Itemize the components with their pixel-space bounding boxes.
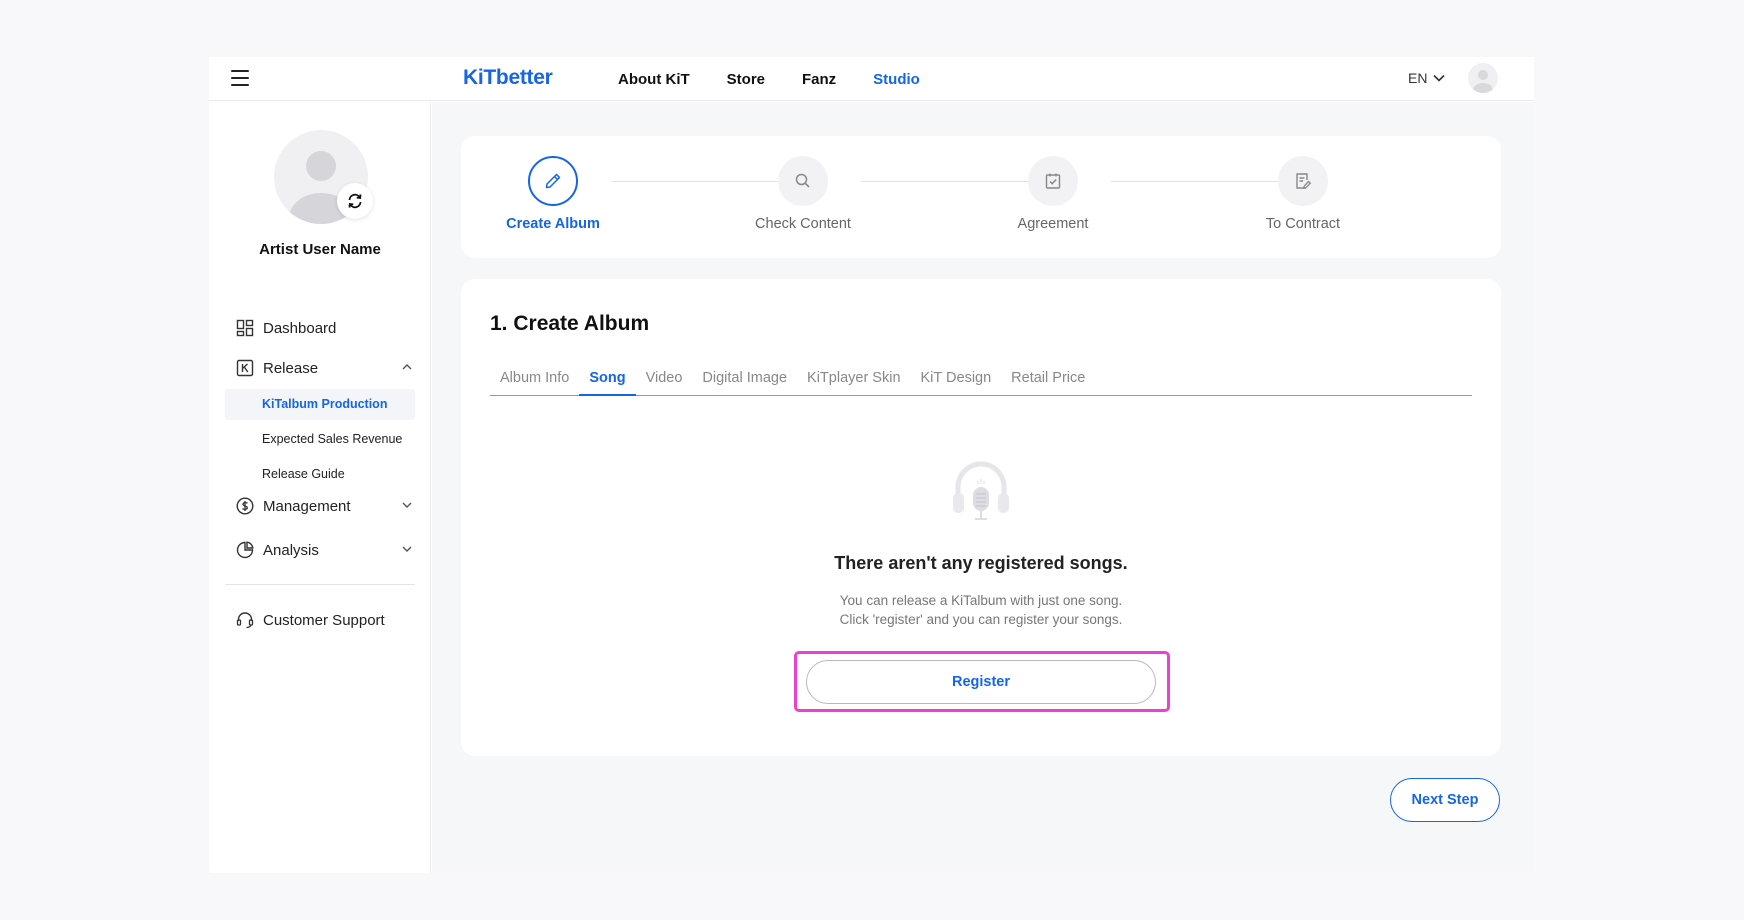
main-nav: About KiT Store Fanz Studio [618, 71, 920, 88]
sidebar-item-label: Customer Support [263, 611, 385, 629]
step-label: Agreement [1017, 216, 1089, 232]
app-frame: KiTbetter About KiT Store Fanz Studio EN [209, 57, 1534, 873]
sidebar-item-release[interactable]: Release [236, 359, 412, 377]
kitbetter-logo[interactable]: KiTbetter [463, 66, 553, 90]
sidebar-sub-kitalbum-production[interactable]: KiTalbum Production [225, 389, 415, 420]
sidebar: Artist User Name Dashboard Release KiTal… [209, 102, 431, 873]
menu-icon[interactable] [231, 70, 249, 86]
step-check-content[interactable]: Check Content [733, 156, 873, 232]
sidebar-item-label: Release [263, 359, 319, 377]
tab-video[interactable]: Video [636, 367, 693, 396]
top-navbar: KiTbetter About KiT Store Fanz Studio EN [209, 57, 1534, 101]
nav-studio[interactable]: Studio [873, 71, 920, 88]
step-create-album[interactable]: Create Album [483, 156, 623, 232]
nav-about-kit[interactable]: About KiT [618, 71, 690, 88]
chevron-down-icon[interactable] [401, 543, 413, 555]
sidebar-item-label: Dashboard [263, 319, 337, 337]
empty-state-title: There aren't any registered songs. [834, 553, 1128, 573]
tab-kit-design[interactable]: KiT Design [911, 367, 1002, 396]
sidebar-item-label: Management [263, 497, 351, 515]
album-tabs: Album Info Song Video Digital Image KiTp… [490, 367, 1472, 396]
sidebar-item-management[interactable]: Management [236, 497, 412, 515]
step-to-contract[interactable]: To Contract [1233, 156, 1373, 232]
step-label: Create Album [506, 216, 600, 232]
register-button[interactable]: Register [806, 660, 1156, 704]
step-label: To Contract [1265, 216, 1341, 232]
calendar-check-icon [1028, 156, 1078, 206]
empty-state-description: You can release a KiTalbum with just one… [461, 591, 1501, 629]
sidebar-item-customer-support[interactable]: Customer Support [236, 611, 385, 629]
step-agreement[interactable]: Agreement [983, 156, 1123, 232]
headset-icon [236, 612, 254, 629]
tab-retail-price[interactable]: Retail Price [1001, 367, 1095, 396]
search-icon [778, 156, 828, 206]
sidebar-item-dashboard[interactable]: Dashboard [236, 319, 336, 337]
sidebar-item-label: Analysis [263, 541, 319, 559]
tab-album-info[interactable]: Album Info [490, 367, 579, 396]
empty-state-line: You can release a KiTalbum with just one… [839, 593, 1123, 608]
user-avatar-icon[interactable] [1468, 63, 1498, 93]
tab-song[interactable]: Song [579, 367, 636, 396]
document-edit-icon [1278, 156, 1328, 206]
nav-store[interactable]: Store [727, 71, 765, 88]
headphone-microphone-icon [953, 461, 1009, 520]
chevron-down-icon [1433, 74, 1446, 82]
release-k-icon [236, 359, 254, 377]
sidebar-divider [225, 584, 415, 585]
pie-chart-icon [236, 541, 254, 559]
language-selector[interactable]: EN [1408, 70, 1446, 86]
chevron-down-icon[interactable] [401, 499, 413, 511]
main-content: Create Album Check Content Agreement To … [432, 102, 1534, 873]
step-label: Check Content [755, 216, 851, 232]
refresh-icon[interactable] [337, 183, 373, 219]
next-step-button[interactable]: Next Step [1390, 778, 1500, 822]
sidebar-sub-expected-sales-revenue[interactable]: Expected Sales Revenue [225, 424, 415, 455]
empty-state-line: Click 'register' and you can register yo… [839, 612, 1123, 627]
sidebar-item-analysis[interactable]: Analysis [236, 541, 412, 559]
tab-kitplayer-skin[interactable]: KiTplayer Skin [797, 367, 910, 396]
section-title: 1. Create Album [490, 312, 649, 336]
nav-fanz[interactable]: Fanz [802, 71, 836, 88]
chevron-up-icon[interactable] [401, 361, 413, 373]
sidebar-sub-release-guide[interactable]: Release Guide [225, 459, 415, 490]
language-label: EN [1408, 70, 1428, 86]
tab-digital-image[interactable]: Digital Image [692, 367, 797, 396]
section-title-text: Create Album [513, 312, 650, 335]
dollar-icon [236, 497, 254, 515]
create-album-card: 1. Create Album Album Info Song Video Di… [461, 279, 1501, 756]
pencil-icon [528, 156, 578, 206]
dashboard-icon [236, 319, 254, 337]
progress-stepper: Create Album Check Content Agreement To … [461, 136, 1501, 258]
section-number: 1. [490, 312, 508, 335]
artist-name: Artist User Name [259, 241, 381, 258]
